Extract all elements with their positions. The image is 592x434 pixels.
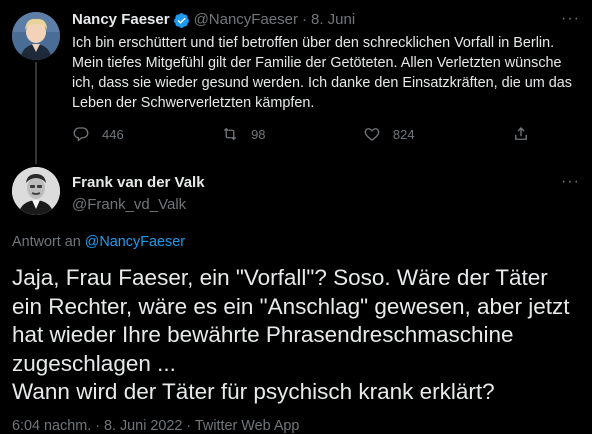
reply-count: 446 [102, 126, 124, 142]
retweet-count: 98 [251, 126, 266, 142]
reply-tweet-header: Frank van der Valk @Frank_vd_Valk ··· [72, 173, 580, 215]
more-icon[interactable]: ··· [561, 10, 580, 28]
author-name[interactable]: Frank van der Valk [72, 173, 580, 193]
reply-tweet-text: Jaja, Frau Faeser, ein "Vorfall"? Soso. … [12, 264, 584, 407]
reply-icon [73, 127, 89, 142]
more-icon[interactable]: ··· [561, 173, 580, 191]
author-handle[interactable]: @Frank_vd_Valk [72, 195, 580, 215]
author-handle[interactable]: @NancyFaeser [194, 10, 298, 30]
like-button[interactable]: 824 [363, 125, 415, 143]
tweet-date[interactable]: 8. Juni [311, 10, 355, 30]
reply-prefix: Antwort an [12, 234, 81, 250]
avatar-image [12, 167, 60, 215]
reply-to-handle-link[interactable]: @NancyFaeser [85, 234, 185, 250]
tweet-original[interactable]: Nancy Faeser @NancyFaeser · 8. Juni ··· … [72, 10, 580, 143]
like-icon [364, 128, 380, 141]
tweet-text: Ich bin erschüttert und tief betroffen ü… [72, 35, 572, 111]
avatar-frank-van-der-valk[interactable] [12, 167, 60, 215]
author-name[interactable]: Nancy Faeser [72, 10, 170, 30]
tweet-header: Nancy Faeser @NancyFaeser · 8. Juni [72, 10, 580, 30]
reply-button[interactable]: 446 [72, 125, 124, 143]
reply-text-paragraph-1: Jaja, Frau Faeser, ein "Vorfall"? Soso. … [12, 265, 570, 376]
verified-badge-icon [173, 12, 190, 29]
retweet-button[interactable]: 98 [221, 125, 266, 143]
reply-text-paragraph-2: Wann wird der Täter für psychisch krank … [12, 379, 495, 404]
share-button[interactable] [512, 125, 542, 143]
retweet-icon [223, 127, 237, 141]
tweet-actions: 446 98 824 [72, 125, 542, 143]
thread-connector-line [35, 62, 37, 164]
separator-dot: · [302, 11, 307, 28]
share-icon [515, 127, 527, 140]
avatar-image [12, 12, 60, 60]
like-count: 824 [392, 126, 415, 142]
avatar-nancy-faeser[interactable] [12, 12, 60, 60]
reply-context: Antwort an @NancyFaeser [12, 232, 185, 252]
tweet-metadata[interactable]: 6:04 nachm. · 8. Juni 2022 · Twitter Web… [12, 418, 299, 434]
